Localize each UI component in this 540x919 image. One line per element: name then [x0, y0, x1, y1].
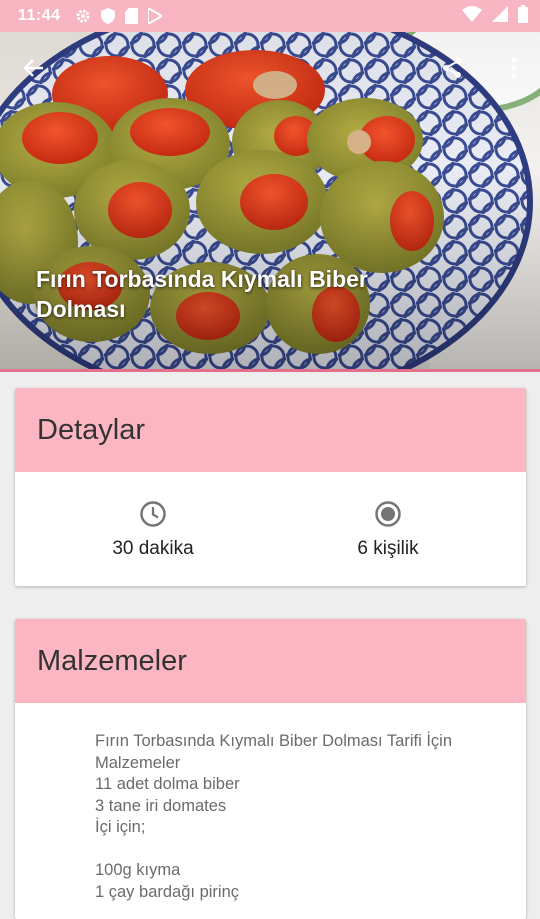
prep-time-label: 30 dakika	[112, 538, 194, 559]
clock-icon	[53, 500, 253, 530]
ingredients-text: Fırın Torbasında Kıymalı Biber Dolması T…	[95, 732, 453, 901]
servings-label: 6 kişilik	[357, 538, 419, 559]
status-bar: 11:44	[0, 0, 540, 32]
signal-icon	[492, 5, 508, 27]
details-heading: Detaylar	[15, 388, 526, 472]
sim-card-icon	[124, 8, 138, 24]
share-button[interactable]	[434, 52, 470, 88]
more-button[interactable]	[496, 52, 532, 88]
back-button[interactable]	[16, 52, 52, 88]
radio-icon	[288, 500, 488, 530]
share-icon	[440, 56, 464, 85]
prep-time: 30 dakika	[53, 500, 253, 560]
ingredients-heading: Malzemeler	[15, 619, 526, 703]
play-store-icon	[147, 8, 162, 24]
gear-icon	[75, 8, 91, 24]
wifi-icon	[462, 5, 482, 27]
battery-icon	[518, 4, 528, 28]
details-body: 30 dakika 6 kişilik	[15, 472, 526, 586]
accent-line	[0, 369, 540, 372]
hero-image: Fırın Torbasında Kıymalı Biber Dolması	[0, 32, 540, 372]
arrow-back-icon	[23, 57, 45, 84]
more-vert-icon	[511, 57, 517, 84]
recipe-title: Fırın Torbasında Kıymalı Biber Dolması	[36, 266, 368, 322]
shield-icon	[100, 8, 115, 24]
status-time: 11:44	[18, 7, 61, 24]
ingredients-card: Malzemeler Fırın Torbasında Kıymalı Bibe…	[15, 619, 526, 919]
servings: 6 kişilik	[288, 500, 488, 560]
details-card: Detaylar 30 dakika 6 kişilik	[15, 388, 526, 586]
